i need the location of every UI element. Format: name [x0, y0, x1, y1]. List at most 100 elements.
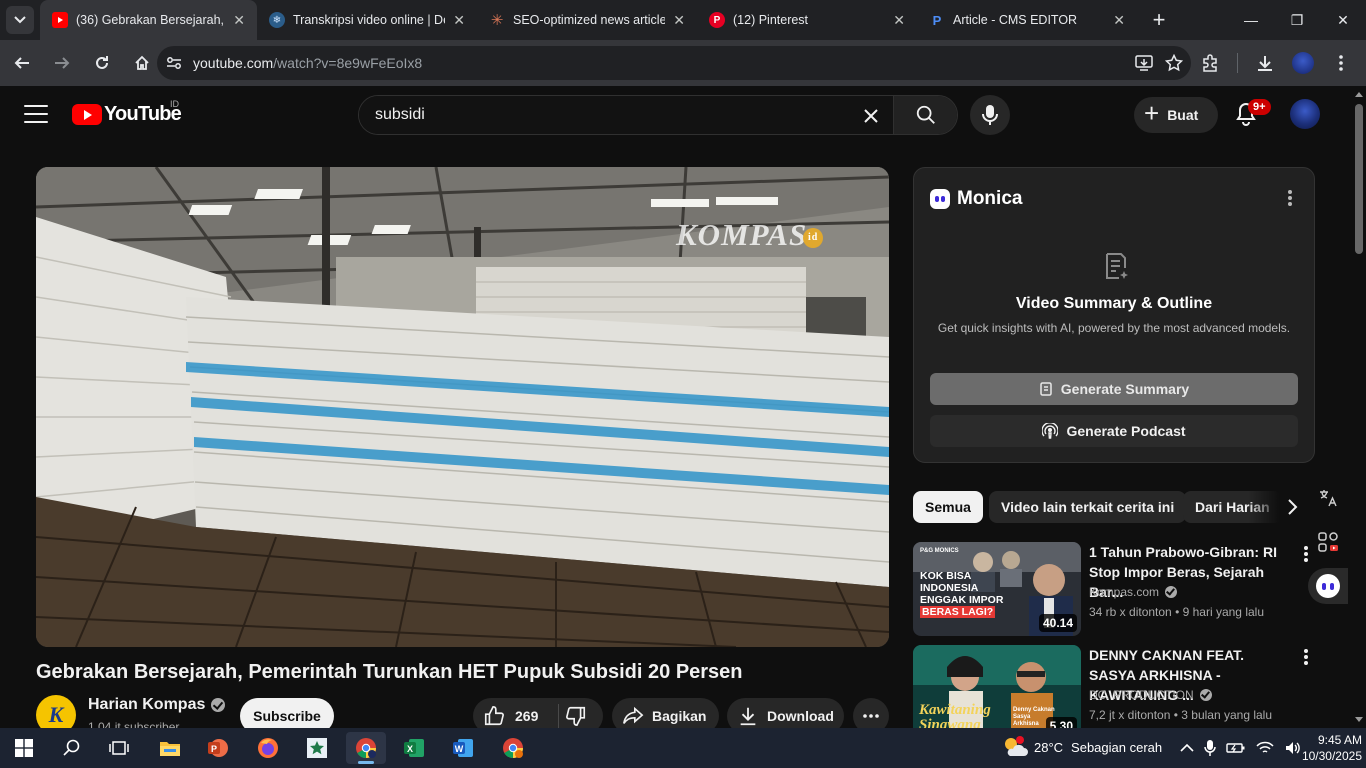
- downloads-button[interactable]: [1248, 46, 1282, 80]
- browser-tab-youtube[interactable]: (36) Gebrakan Bersejarah, Pe ✕: [40, 0, 257, 40]
- share-icon: [623, 706, 644, 724]
- scroll-up-arrow-icon[interactable]: [1355, 92, 1363, 97]
- chrome-profile-app[interactable]: [493, 732, 533, 764]
- chevron-right-icon[interactable]: [1280, 495, 1304, 519]
- monica-float-button[interactable]: [1308, 568, 1348, 604]
- bookmark-star-icon[interactable]: [1165, 54, 1183, 72]
- excel-app[interactable]: X: [394, 732, 434, 764]
- channel-avatar[interactable]: K: [36, 695, 76, 728]
- search-input[interactable]: subsidi: [359, 96, 893, 134]
- chip-semua[interactable]: Semua: [913, 491, 983, 523]
- close-tab-icon[interactable]: ✕: [1113, 12, 1125, 29]
- close-tab-icon[interactable]: ✕: [453, 12, 465, 29]
- account-avatar[interactable]: [1290, 99, 1320, 129]
- translate-float-button[interactable]: [1308, 480, 1348, 516]
- weather-widget[interactable]: 28°C Sebagian cerah: [1002, 736, 1162, 758]
- apps-float-button[interactable]: [1308, 524, 1348, 560]
- youtube-page: YouTube ID subsidi + Buat 9+ KOMPASid Ge…: [0, 86, 1352, 728]
- like-button[interactable]: 269: [483, 698, 538, 728]
- thumbnail-caption-line: INDONESIA: [920, 582, 979, 594]
- partly-sunny-icon: [1005, 736, 1028, 756]
- restore-icon[interactable]: ❐: [1274, 0, 1320, 40]
- chip-related-story[interactable]: Video lain terkait cerita ini: [989, 491, 1187, 523]
- firefox-app[interactable]: [248, 732, 288, 764]
- forward-button[interactable]: [44, 45, 80, 81]
- back-button[interactable]: [4, 45, 40, 81]
- thumbs-down-icon: [566, 706, 586, 726]
- close-tab-icon[interactable]: ✕: [233, 12, 245, 29]
- like-dislike-group: 269: [473, 698, 603, 728]
- file-explorer-app[interactable]: [150, 732, 190, 764]
- video-thumbnail[interactable]: P&G MONICS KOK BISA INDONESIA ENGGAK IMP…: [913, 542, 1081, 636]
- profile-button[interactable]: [1286, 46, 1320, 80]
- scrollbar-thumb[interactable]: [1355, 104, 1363, 254]
- extensions-button[interactable]: [1193, 46, 1227, 80]
- chevron-up-icon[interactable]: [1180, 743, 1194, 753]
- clock-time: 9:45 AM: [1317, 733, 1362, 747]
- hamburger-menu-icon[interactable]: [24, 105, 48, 125]
- related-video[interactable]: Kawitaning Sinawang Denny Caknan Sasya A…: [913, 645, 1315, 728]
- browser-menu-button[interactable]: [1324, 46, 1358, 80]
- wifi-icon[interactable]: [1256, 741, 1274, 755]
- task-view-button[interactable]: [99, 732, 139, 764]
- monica-name: Monica: [957, 188, 1023, 209]
- taskbar-search-button[interactable]: [52, 732, 92, 764]
- browser-tab-claude[interactable]: ✳ SEO-optimized news article ✕: [477, 0, 697, 40]
- download-button[interactable]: Download: [727, 698, 844, 728]
- word-app[interactable]: W: [443, 732, 483, 764]
- pinned-app-star[interactable]: [297, 732, 337, 764]
- share-button[interactable]: Bagikan: [612, 698, 719, 728]
- search-button[interactable]: [893, 96, 957, 134]
- new-tab-button[interactable]: +: [1145, 6, 1173, 34]
- notifications-button[interactable]: 9+: [1234, 99, 1271, 129]
- scroll-down-arrow-icon[interactable]: [1355, 717, 1363, 722]
- video-menu-icon[interactable]: [1304, 546, 1308, 564]
- browser-tab-cms[interactable]: P Article - CMS EDITOR ✕: [917, 0, 1137, 40]
- subscribe-button[interactable]: Subscribe: [240, 698, 334, 728]
- create-button[interactable]: + Buat: [1134, 97, 1218, 133]
- more-actions-button[interactable]: [853, 698, 889, 728]
- generate-podcast-button[interactable]: Generate Podcast: [930, 415, 1298, 447]
- install-app-icon[interactable]: [1135, 55, 1153, 71]
- related-video-channel[interactable]: DC. PRODUCTION: [1089, 688, 1212, 702]
- related-video-channel[interactable]: Kompas.com: [1089, 585, 1178, 599]
- browser-tab-transcription[interactable]: ❄ Transkripsi video online | Des ✕: [257, 0, 477, 40]
- thumbnail-caption-line: Sinawang: [919, 717, 981, 729]
- svg-text:X: X: [407, 744, 413, 754]
- close-window-icon[interactable]: ✕: [1320, 0, 1366, 40]
- more-horizontal-icon: [863, 714, 879, 718]
- site-info-icon[interactable]: [159, 48, 189, 78]
- powerpoint-app[interactable]: P: [198, 732, 238, 764]
- thumbnail-caption-line: ENGGAK IMPOR: [920, 594, 1004, 606]
- generate-summary-button[interactable]: Generate Summary: [930, 373, 1298, 405]
- microphone-icon[interactable]: [1204, 739, 1216, 757]
- minimize-icon[interactable]: —: [1228, 0, 1274, 40]
- channel-name[interactable]: Harian Kompas: [88, 696, 226, 714]
- clear-search-icon[interactable]: [859, 104, 883, 128]
- reload-button[interactable]: [84, 45, 120, 81]
- home-button[interactable]: [124, 45, 160, 81]
- system-tray: [1180, 728, 1302, 768]
- close-tab-icon[interactable]: ✕: [893, 12, 905, 29]
- browser-tab-pinterest[interactable]: P (12) Pinterest ✕: [697, 0, 917, 40]
- video-thumbnail[interactable]: Kawitaning Sinawang Denny Caknan Sasya A…: [913, 645, 1081, 728]
- chrome-app[interactable]: [346, 732, 386, 764]
- view-count: 34 rb x ditonton: [1089, 605, 1172, 619]
- monica-menu-icon[interactable]: [1288, 190, 1292, 208]
- close-tab-icon[interactable]: ✕: [673, 12, 685, 29]
- video-player[interactable]: KOMPASid: [36, 167, 889, 647]
- start-button[interactable]: [4, 732, 44, 764]
- voice-search-button[interactable]: [970, 95, 1010, 135]
- related-video[interactable]: P&G MONICS KOK BISA INDONESIA ENGGAK IMP…: [913, 542, 1315, 637]
- windows-logo-icon: [15, 739, 33, 757]
- taskbar-clock[interactable]: 9:45 AM 10/30/2025: [1300, 732, 1362, 764]
- video-menu-icon[interactable]: [1304, 649, 1308, 667]
- dislike-button[interactable]: [565, 705, 587, 728]
- battery-charging-icon[interactable]: [1226, 741, 1246, 755]
- address-bar[interactable]: youtube.com/watch?v=8e9wFeEoIx8: [157, 46, 1191, 80]
- svg-text:P: P: [211, 744, 217, 754]
- toolbar-divider: [1237, 53, 1238, 73]
- tab-search-button[interactable]: [6, 6, 34, 34]
- youtube-logo[interactable]: YouTube ID: [72, 99, 182, 126]
- page-scrollbar[interactable]: [1352, 86, 1366, 728]
